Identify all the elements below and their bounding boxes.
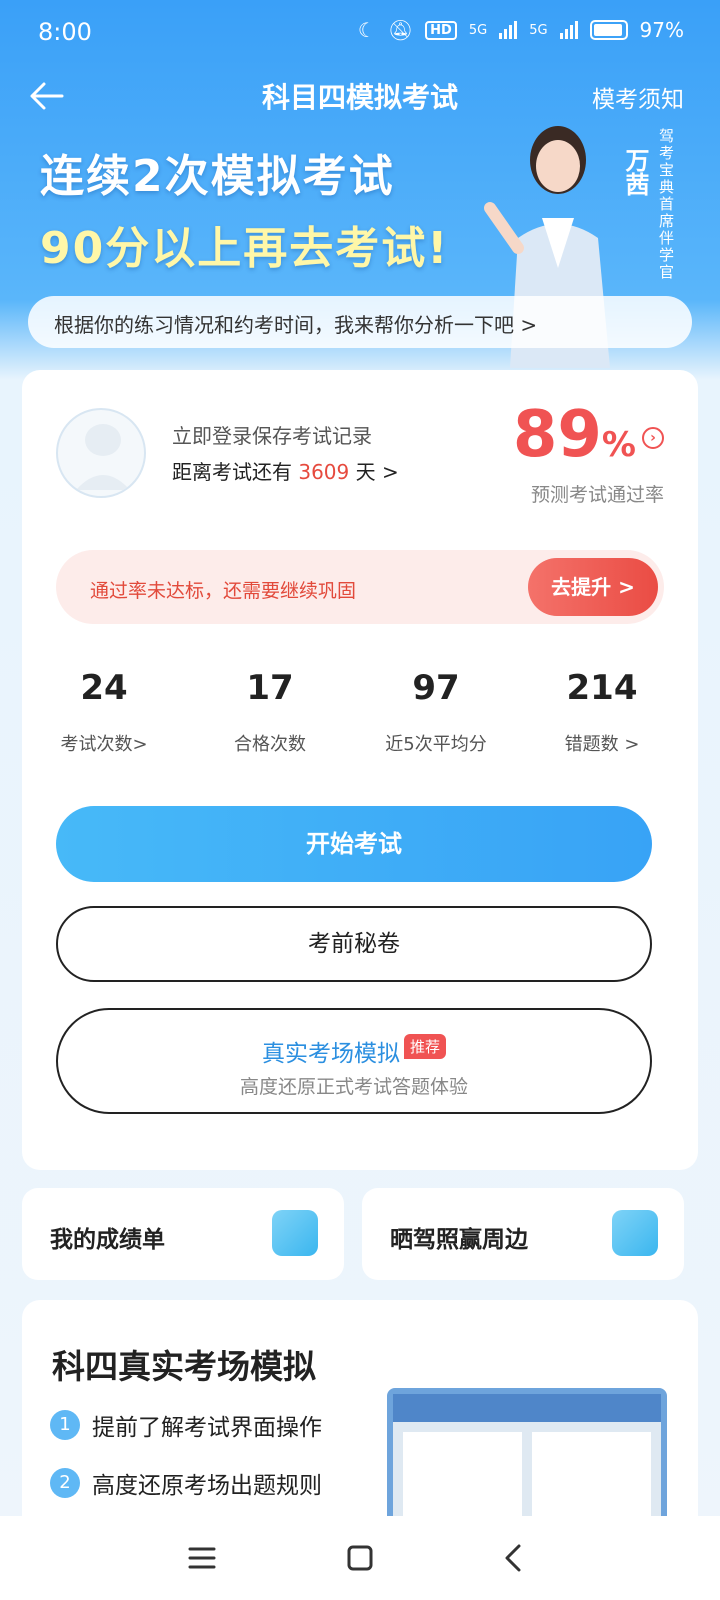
stat-wrong-count[interactable]: 214 错题数 > [522, 668, 682, 756]
coach-title: 驾考宝典首席伴学官 [657, 128, 675, 281]
stat-value: 24 [80, 668, 128, 708]
moon-icon: ☾ [357, 18, 376, 42]
id-card-icon [612, 1210, 658, 1256]
status-icons: ☾ 🔕︎ HD 5G 5G 97% [358, 18, 684, 42]
improve-button[interactable]: 去提升 > [528, 558, 658, 616]
stat-label: 错题数 > [564, 734, 640, 755]
promo-item-text: 提前了解考试界面操作 [92, 1415, 322, 1441]
battery-icon [589, 20, 628, 40]
stat-avg-score: 97 近5次平均分 [356, 668, 516, 756]
promo-item-number: 1 [50, 1410, 80, 1440]
chevron-right-icon: › [642, 427, 664, 450]
sim-subtitle: 高度还原正式考试答题体验 [239, 1076, 468, 1098]
days-until-exam[interactable]: 距离考试还有 3609 天 > [172, 456, 399, 485]
back-icon[interactable] [494, 1538, 534, 1578]
stats-row: 24 考试次数> 17 合格次数 97 近5次平均分 214 错题数 > [22, 668, 698, 768]
secret-paper-button[interactable]: 考前秘卷 [56, 906, 652, 982]
system-nav-bar [0, 1516, 720, 1600]
mute-bell-icon: 🔕︎ [387, 18, 414, 42]
stat-label: 考试次数> [60, 734, 148, 755]
days-prefix: 距离考试还有 [172, 460, 292, 484]
real-exam-sim-button[interactable]: 真实考场模拟 推荐 高度还原正式考试答题体验 [56, 1008, 652, 1114]
promo-title: 科四真实考场模拟 [52, 1347, 316, 1386]
pass-rate-value: 89 [512, 398, 602, 472]
menu-icon[interactable] [182, 1538, 222, 1578]
stat-label: 近5次平均分 [385, 734, 487, 755]
recommend-badge: 推荐 [403, 1034, 446, 1059]
signal-icon-2 [559, 21, 578, 39]
score-report-label: 我的成绩单 [50, 1227, 165, 1253]
promo-item-number: 2 [50, 1468, 80, 1498]
license-share-card[interactable]: 晒驾照赢周边 [362, 1188, 684, 1280]
sim-title: 真实考场模拟 [261, 1041, 400, 1067]
promo-item: 1 提前了解考试界面操作 [50, 1408, 322, 1442]
analysis-banner[interactable]: 根据你的练习情况和约考时间，我来帮你分析一下吧 > [28, 296, 692, 348]
home-icon[interactable] [340, 1538, 380, 1578]
stat-pass-count: 17 合格次数 [190, 668, 350, 756]
pass-rate[interactable]: 89% › [513, 398, 664, 472]
login-prompt[interactable]: 立即登录保存考试记录 [172, 420, 372, 449]
coach-name: 万茜 [621, 148, 649, 196]
report-search-icon [272, 1210, 318, 1256]
network-label-2: 5G [529, 22, 548, 38]
title-bar: 科目四模拟考试 模考须知 [0, 66, 720, 126]
status-time: 8:00 [38, 18, 92, 46]
pass-rate-label: 预测考试通过率 [530, 484, 664, 506]
banner-headline-1: 连续2次模拟考试 [40, 151, 395, 202]
status-bar: 8:00 ☾ 🔕︎ HD 5G 5G 97% [0, 0, 720, 64]
warning-text: 通过率未达标，还需要继续巩固 [90, 580, 357, 602]
stat-value: 97 [412, 668, 460, 708]
pass-rate-unit: % [601, 425, 636, 465]
stat-label: 合格次数 [234, 734, 306, 755]
exam-notice-link[interactable]: 模考须知 [592, 80, 684, 114]
avatar[interactable] [56, 408, 146, 498]
license-share-label: 晒驾照赢周边 [390, 1227, 528, 1253]
start-exam-button[interactable]: 开始考试 [56, 806, 652, 882]
hd-badge: HD [425, 20, 457, 40]
score-report-card[interactable]: 我的成绩单 [22, 1188, 344, 1280]
pass-warning-banner: 通过率未达标，还需要继续巩固 去提升 > [56, 550, 664, 624]
promo-item: 2 高度还原考场出题规则 [50, 1466, 322, 1500]
days-suffix: 天 > [355, 460, 399, 484]
banner-headline-2: 90分以上再去考试! [40, 223, 450, 274]
stat-value: 17 [246, 668, 294, 708]
network-label-1: 5G [468, 22, 488, 38]
promo-item-text: 高度还原考场出题规则 [92, 1473, 322, 1499]
stat-exam-count[interactable]: 24 考试次数> [24, 668, 184, 756]
real-exam-promo-card[interactable]: 科四真实考场模拟 1 提前了解考试界面操作 2 高度还原考场出题规则 [22, 1300, 698, 1540]
default-avatar-icon [76, 424, 130, 490]
days-value: 3609 [298, 460, 350, 484]
battery-text: 97% [639, 18, 684, 42]
signal-icon [499, 21, 518, 39]
stat-value: 214 [566, 668, 638, 708]
exam-summary-card: 立即登录保存考试记录 距离考试还有 3609 天 > 89% › 预测考试通过率 … [22, 370, 698, 1170]
